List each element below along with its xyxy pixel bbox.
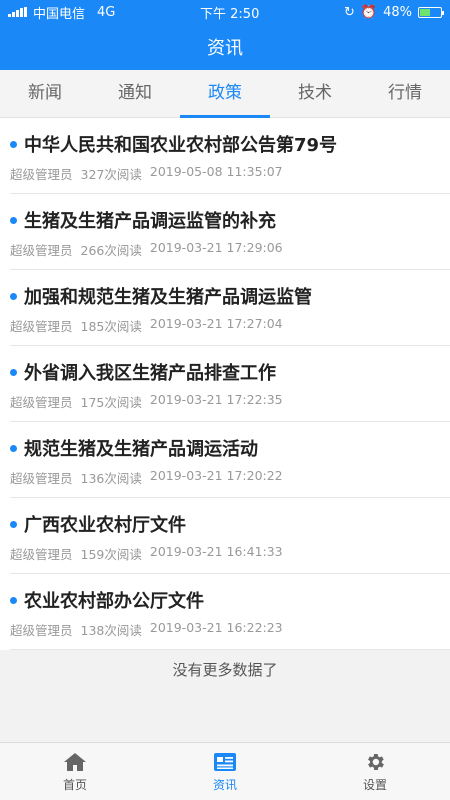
- article-author: 超级管理员: [10, 471, 73, 486]
- list-item[interactable]: 生猪及生猪产品调运监管的补充 超级管理员 266次阅读 2019-03-21 17:…: [0, 194, 450, 270]
- bullet-dot: [10, 368, 17, 376]
- article-title: 广西农业农村厅文件: [24, 515, 186, 536]
- article-reads: 266次阅读: [80, 243, 142, 258]
- article-date: 2019-03-21 16:22:23: [149, 620, 283, 635]
- page-title: 资讯: [207, 38, 243, 59]
- list-item[interactable]: 广西农业农村厅文件 超级管理员 159次阅读 2019-03-21 16:41:33: [0, 498, 450, 574]
- article-author: 超级管理员: [10, 319, 73, 334]
- article-list: 中华人民共和国农业农村部公告第79号 超级管理员 327次阅读 2019-05-08…: [0, 118, 450, 650]
- article-reads: 327次阅读: [80, 167, 142, 182]
- list-item[interactable]: 规范生猪及生猪产品调运活动 超级管理员 136次阅读 2019-03-21 17:2…: [0, 422, 450, 498]
- bullet-dot: [10, 596, 17, 604]
- article-date: 2019-03-21 17:22:35: [149, 392, 283, 407]
- nav-settings[interactable]: 设置: [300, 743, 450, 800]
- nav-settings-label: 设置: [362, 777, 387, 792]
- list-item[interactable]: 外省调入我区生猪产品排查工作 超级管理员 175次阅读 2019-03-21 17:…: [0, 346, 450, 422]
- nav-home[interactable]: 首页: [0, 743, 150, 800]
- status-bar: 中国电信 4G 下午 2:50 ↻ ⏰ 48%: [0, 0, 450, 24]
- article-date: 2019-03-21 17:20:22: [149, 468, 283, 483]
- article-title: 外省调入我区生猪产品排查工作: [24, 363, 276, 384]
- article-date: 2019-03-21 16:41:33: [149, 544, 283, 559]
- rotation-lock-icon: ↻: [343, 4, 355, 20]
- article-date: 2019-03-21 17:29:06: [149, 240, 283, 255]
- bullet-dot: [10, 444, 17, 452]
- alarm-icon: ⏰: [360, 4, 378, 20]
- article-reads: 159次阅读: [80, 547, 142, 562]
- article-reads: 138次阅读: [80, 623, 142, 638]
- nav-home-label: 首页: [62, 777, 87, 792]
- list-end-message: 没有更多数据了: [172, 661, 278, 679]
- tab-market[interactable]: 行情: [360, 70, 450, 117]
- article-title: 加强和规范生猪及生猪产品调运监管: [24, 287, 312, 308]
- article-title: 生猪及生猪产品调运监管的补充: [24, 211, 276, 232]
- home-icon: [64, 752, 86, 771]
- carrier-label: 中国电信: [33, 6, 86, 22]
- article-reads: 175次阅读: [80, 395, 142, 410]
- nav-news[interactable]: 资讯: [150, 743, 300, 800]
- article-title: 规范生猪及生猪产品调运活动: [24, 439, 258, 460]
- article-author: 超级管理员: [10, 547, 73, 562]
- bullet-dot: [10, 292, 17, 300]
- signal-icon: [8, 7, 27, 17]
- article-date: 2019-03-21 17:27:04: [149, 316, 283, 331]
- category-tabs: 新闻 通知 政策 技术 行情: [0, 70, 450, 118]
- bullet-dot: [10, 520, 17, 528]
- app-header: 中国电信 4G 下午 2:50 ↻ ⏰ 48% 资讯: [0, 0, 450, 70]
- bullet-dot: [10, 140, 17, 148]
- battery-icon: [417, 6, 444, 18]
- article-reads: 136次阅读: [80, 471, 142, 486]
- bullet-dot: [10, 216, 17, 224]
- gear-icon: [368, 753, 384, 770]
- article-author: 超级管理员: [10, 243, 73, 258]
- list-item[interactable]: 中华人民共和国农业农村部公告第79号 超级管理员 327次阅读 2019-05-08…: [0, 118, 450, 194]
- battery-percent: 48%: [383, 4, 412, 20]
- tab-tech[interactable]: 技术: [270, 70, 360, 117]
- article-author: 超级管理员: [10, 623, 73, 638]
- list-item[interactable]: 农业农村部办公厅文件 超级管理员 138次阅读 2019-03-21 16:22:2…: [0, 574, 450, 650]
- article-reads: 185次阅读: [80, 319, 142, 334]
- tab-notice[interactable]: 通知: [90, 70, 180, 117]
- article-author: 超级管理员: [10, 395, 73, 410]
- news-icon: [214, 752, 236, 771]
- article-date: 2019-05-08 11:35:07: [149, 164, 283, 179]
- article-title: 中华人民共和国农业农村部公告第79号: [24, 135, 338, 156]
- article-author: 超级管理员: [10, 167, 73, 182]
- status-time: 下午 2:50: [200, 6, 260, 22]
- nav-news-label: 资讯: [212, 777, 237, 792]
- bottom-nav: 首页 资讯 设置: [0, 742, 450, 800]
- list-item[interactable]: 加强和规范生猪及生猪产品调运监管 超级管理员 185次阅读 2019-03-21 1…: [0, 270, 450, 346]
- network-label: 4G: [97, 4, 116, 20]
- tab-news[interactable]: 新闻: [0, 70, 90, 117]
- article-title: 农业农村部办公厅文件: [24, 591, 204, 612]
- tab-policy[interactable]: 政策: [180, 70, 270, 118]
